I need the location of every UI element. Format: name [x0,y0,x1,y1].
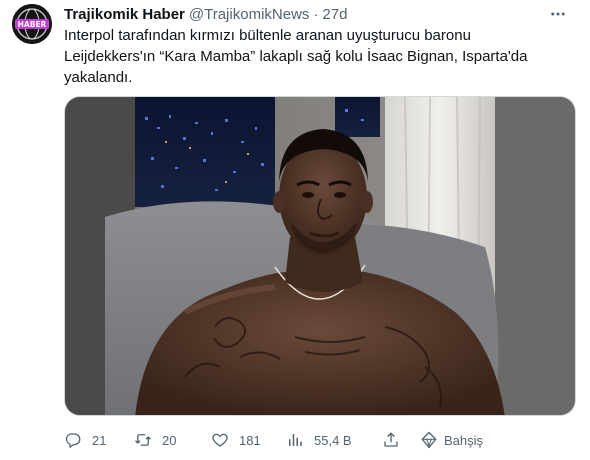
reply-icon [65,433,81,448]
avatar-text: HABER [18,20,47,29]
share-button[interactable] [382,426,400,454]
tweet-text: Interpol tarafından kırmızı bültenle ara… [64,27,528,86]
separator-dot: · [313,5,319,23]
like-button[interactable]: 181 [211,426,261,454]
views-button[interactable]: 55,4 B [286,426,352,454]
share-icon [384,432,398,447]
tip-label: Bahşiş [444,432,484,448]
photo-image [65,97,575,415]
avatar[interactable]: HABER [12,4,52,44]
heart-icon [212,433,228,447]
tip-button[interactable]: Bahşiş [420,426,483,454]
tip-icon [421,431,437,449]
tweet-timestamp[interactable]: 27d [322,6,347,23]
views-icon [289,434,302,446]
retweet-icon [135,434,151,446]
tweet-actions: 21 20 181 55,4 B Bahşiş [64,426,576,454]
like-count: 181 [239,432,261,448]
more-button[interactable] [544,0,572,28]
author-display-name[interactable]: Trajikomik Haber [64,6,185,23]
tweet[interactable]: HABER Trajikomik Haber @TrajikomikNews ·… [0,0,590,460]
retweet-button[interactable]: 20 [134,426,176,454]
author-handle[interactable]: @TrajikomikNews [189,6,310,23]
views-count: 55,4 B [314,432,352,448]
avatar-logo: HABER [12,4,52,44]
tweet-header: Trajikomik Haber @TrajikomikNews · 27d [64,4,578,24]
tweet-photo[interactable] [64,96,576,416]
more-icon [551,12,565,16]
retweet-count: 20 [162,432,177,448]
reply-button[interactable]: 21 [64,426,106,454]
reply-count: 21 [92,432,107,448]
